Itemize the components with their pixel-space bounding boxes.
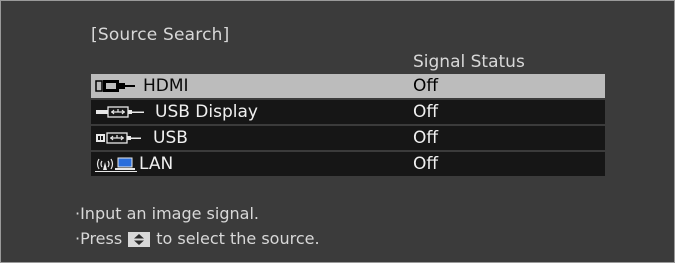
signal-status-header: Signal Status xyxy=(413,52,525,72)
usb-display-icon xyxy=(96,106,144,118)
help-press-text: ·Press xyxy=(75,229,123,248)
source-name: LAN xyxy=(139,154,174,174)
source-row-lan[interactable]: LAN Off xyxy=(91,152,605,176)
help-line-1: ·Input an image signal. xyxy=(75,204,259,223)
source-row-hdmi[interactable]: HDMI Off xyxy=(91,74,605,98)
source-list: HDMI Off USB Display Off USB Off LAN Off xyxy=(91,74,605,178)
source-row-usb-display[interactable]: USB Display Off xyxy=(91,100,605,124)
source-name: USB Display xyxy=(155,102,258,122)
source-name: USB xyxy=(153,128,188,148)
help-text: ·Input an image signal. ·Press to select … xyxy=(75,201,320,251)
source-status: Off xyxy=(413,102,439,122)
source-status: Off xyxy=(413,128,439,148)
help-line-2: ·Press to select the source. xyxy=(75,226,320,251)
source-row-usb[interactable]: USB Off xyxy=(91,126,605,150)
up-down-arrow-key-icon xyxy=(128,232,151,247)
source-name: HDMI xyxy=(143,76,189,96)
screen-title: [Source Search] xyxy=(91,25,230,45)
usb-icon xyxy=(96,132,141,144)
source-status: Off xyxy=(413,76,439,96)
source-search-screen: [Source Search] Signal Status HDMI Off U… xyxy=(0,0,675,263)
source-status: Off xyxy=(413,154,439,174)
help-select-text: to select the source. xyxy=(156,229,320,248)
